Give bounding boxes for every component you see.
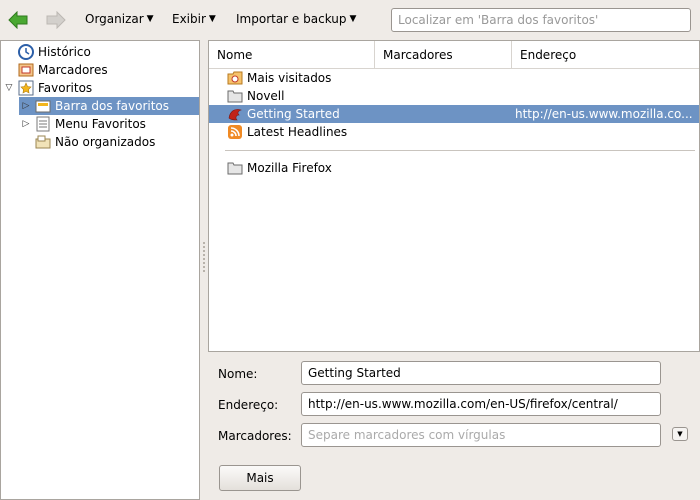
back-button[interactable]: [6, 9, 30, 31]
bookmarks-menu-icon: [35, 116, 51, 132]
tags-dropdown-button[interactable]: ▼: [672, 427, 688, 441]
bookmarks-list: Nome Marcadores Endereço Mais visitados …: [208, 40, 700, 352]
list-item[interactable]: Getting Started http://en-us.www.mozilla…: [209, 105, 699, 123]
name-label: Nome:: [218, 367, 258, 381]
history-clock-icon: [18, 44, 34, 60]
address-field[interactable]: [301, 392, 661, 416]
tree-item-label: Não organizados: [55, 135, 156, 149]
menu-organizar-label: Organizar: [85, 12, 144, 26]
list-separator: [225, 150, 695, 151]
firefox-bookmark-icon: [227, 106, 243, 122]
tree-item-menu-favoritos[interactable]: ▷ Menu Favoritos: [19, 115, 199, 133]
pane-splitter[interactable]: [201, 240, 206, 280]
tree-item-label: Favoritos: [38, 81, 93, 95]
column-header-marcadores[interactable]: Marcadores: [375, 41, 512, 69]
column-header-endereco[interactable]: Endereço: [512, 41, 699, 69]
column-header-label: Marcadores: [383, 47, 453, 62]
list-item-name: Latest Headlines: [247, 125, 348, 139]
tree-item-marcadores[interactable]: Marcadores: [1, 61, 199, 79]
folder-icon: [227, 88, 243, 104]
address-label: Endereço:: [218, 398, 279, 412]
tree-item-nao-organizados[interactable]: Não organizados: [19, 133, 199, 151]
list-item[interactable]: Novell: [209, 87, 699, 105]
list-item-name: Novell: [247, 89, 285, 103]
smart-folder-icon: [227, 70, 243, 86]
list-item-name: Getting Started: [247, 107, 340, 121]
list-item[interactable]: Mozilla Firefox: [209, 159, 699, 177]
menu-importar-backup[interactable]: Importar e backup ▼: [236, 12, 356, 26]
folder-icon: [227, 160, 243, 176]
menu-exibir-label: Exibir: [172, 12, 206, 26]
tags-icon: [18, 62, 34, 78]
tree-item-barra-favoritos[interactable]: ▷ Barra dos favoritos: [19, 97, 199, 115]
list-item-url: http://en-us.www.mozilla.co...: [515, 107, 693, 121]
list-item-name: Mais visitados: [247, 71, 332, 85]
menu-importar-label: Importar e backup: [236, 12, 347, 26]
library-tree: Histórico Marcadores ▽ Favoritos ▷ Barra…: [0, 40, 200, 500]
tree-item-label: Marcadores: [38, 63, 108, 77]
expander-expanded-icon[interactable]: ▽: [4, 83, 14, 93]
tree-item-favoritos[interactable]: ▽ Favoritos: [1, 79, 199, 97]
unsorted-bookmarks-icon: [35, 134, 51, 150]
chevron-down-icon: ▼: [349, 14, 357, 24]
tree-item-label: Histórico: [38, 45, 91, 59]
list-item[interactable]: Mais visitados: [209, 69, 699, 87]
column-header-nome[interactable]: Nome: [209, 41, 375, 69]
expander-collapsed-icon[interactable]: ▷: [21, 101, 31, 111]
bookmarks-toolbar-icon: [35, 98, 51, 114]
menu-organizar[interactable]: Organizar ▼: [85, 12, 154, 26]
rss-feed-icon: [227, 124, 243, 140]
tree-item-label: Menu Favoritos: [55, 117, 146, 131]
forward-button[interactable]: [44, 9, 68, 31]
chevron-down-icon: ▼: [146, 14, 154, 24]
tree-item-historico[interactable]: Histórico: [1, 43, 199, 61]
toolbar: Organizar ▼ Exibir ▼ Importar e backup ▼: [0, 0, 700, 40]
chevron-down-icon: ▼: [677, 430, 683, 438]
column-header-label: Nome: [217, 47, 253, 62]
tree-item-label: Barra dos favoritos: [55, 99, 170, 113]
chevron-down-icon: ▼: [208, 14, 216, 24]
list-item-name: Mozilla Firefox: [247, 161, 332, 175]
column-header-label: Endereço: [520, 47, 577, 62]
tags-field[interactable]: [301, 423, 661, 447]
list-item[interactable]: Latest Headlines: [209, 123, 699, 141]
more-button[interactable]: Mais: [219, 465, 301, 491]
back-arrow-icon: [8, 11, 28, 29]
menu-exibir[interactable]: Exibir ▼: [172, 12, 216, 26]
forward-arrow-icon: [46, 11, 66, 29]
search-input[interactable]: [391, 8, 691, 32]
tags-label: Marcadores:: [218, 429, 292, 443]
name-field[interactable]: [301, 361, 661, 385]
bookmarks-star-icon: [18, 80, 34, 96]
expander-collapsed-icon[interactable]: ▷: [21, 119, 31, 129]
